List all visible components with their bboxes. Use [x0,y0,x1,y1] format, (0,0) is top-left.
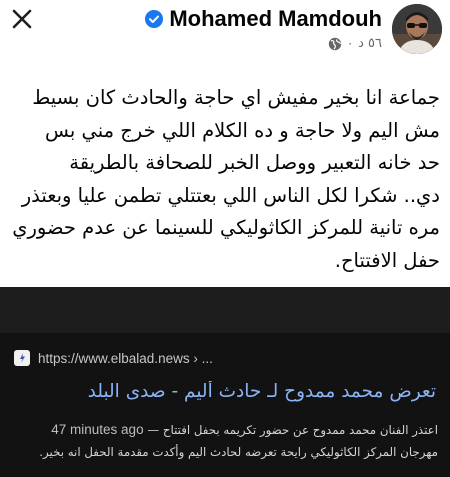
result-snippet: اعتذر الفنان محمد ممدوح عن حضور تكريمه ب… [10,419,438,463]
preview-image-strip [0,287,450,333]
snippet-line-1: اعتذر الفنان محمد ممدوح عن حضور تكريمه ب… [10,419,438,441]
facebook-post: Mohamed Mamdouh · ٥٦ د جماعة انا بخير مف… [0,0,450,287]
snippet-dash: — [147,423,160,437]
post-text-line: مره تانية للمركز الكاثوليكي للسينما عن ع… [12,216,440,239]
post-header: Mohamed Mamdouh · ٥٦ د [145,4,442,54]
post-text-line: حد خانه التعبير ووصل الخبر للصحافة بالطر… [69,151,440,174]
snippet-text: اعتذر الفنان محمد ممدوح عن حضور تكريمه ب… [162,423,438,437]
author-name[interactable]: Mohamed Mamdouh [169,6,382,32]
post-time[interactable]: ٥٦ د [358,36,382,51]
site-favicon-icon [14,350,30,366]
result-source[interactable]: https://www.elbalad.news › ... [14,350,213,366]
verified-badge-icon [145,10,164,28]
snippet-line-2: مهرجان المركز الكاثوليكي رايحة تعرضه لحا… [39,445,438,459]
post-body: جماعة انا بخير مفيش اي حاجة والحادث كان … [8,82,440,277]
meta-separator: · [348,36,353,51]
avatar-photo [392,4,442,54]
author-block: Mohamed Mamdouh · ٥٦ د [145,4,382,51]
close-icon [12,9,32,29]
avatar[interactable] [392,4,442,54]
result-url[interactable]: https://www.elbalad.news › ... [38,351,213,366]
post-text-line: دي.. شكرا لكل الناس اللي بعتتلي تطمن علي… [21,183,440,207]
close-button[interactable] [4,2,40,36]
snippet-time: 47 minutes ago [51,422,144,437]
post-meta: · ٥٦ د [328,36,382,51]
post-text-line: مش اليم ولا حاجة و ده الكلام اللي خرج من… [44,118,440,142]
result-headline[interactable]: تعرض محمد ممدوح لـ حادث أليم - صدى البلد [10,381,436,402]
post-text-line: جماعة انا بخير مفيش اي حاجة والحادث كان … [32,86,440,109]
search-result-preview[interactable]: https://www.elbalad.news › ... تعرض محمد… [0,287,450,477]
globe-icon[interactable] [328,37,342,51]
author-row: Mohamed Mamdouh [145,6,382,32]
post-text-line: حفل الافتتاح. [334,248,440,272]
